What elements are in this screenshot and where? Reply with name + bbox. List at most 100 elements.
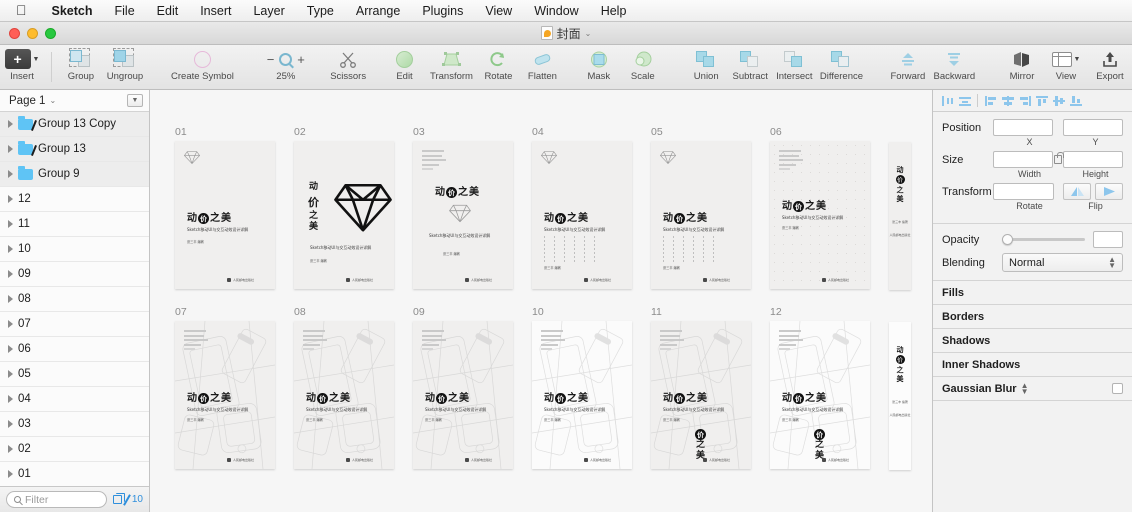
lock-proportions-icon[interactable]	[1054, 152, 1065, 164]
disclosure-triangle-icon[interactable]	[8, 220, 13, 228]
section-borders[interactable]: Borders	[933, 305, 1132, 329]
edit-button[interactable]: Edit	[383, 48, 427, 82]
mirror-button[interactable]: Mirror	[1000, 48, 1044, 82]
menu-item-help[interactable]: Help	[590, 4, 638, 18]
width-input[interactable]	[993, 151, 1054, 168]
apple-menu-icon[interactable]: 	[12, 3, 41, 17]
align-bottom-icon[interactable]	[1067, 93, 1084, 109]
duplicate-icon[interactable]	[112, 493, 125, 504]
layer-row-04[interactable]: 04	[0, 387, 149, 412]
minimize-button[interactable]	[27, 28, 38, 39]
disclosure-triangle-icon[interactable]	[8, 370, 13, 378]
ungroup-button[interactable]: Ungroup	[103, 48, 147, 82]
artboard-canvas[interactable]: 动 价 之 美 Sketch移动UI与交互动效设计详解 张三丰 编著 人民邮电出版…	[532, 141, 632, 289]
artboard-09[interactable]: 09 动 价 之 美 Sketch移动UI与交互动效设计详解 张三丰 编著 人民邮…	[413, 306, 513, 469]
artboard-spine-2[interactable]: 动 价 之 美 张三丰 编著 人民邮电出版社	[889, 322, 911, 470]
union-button[interactable]: Union	[684, 48, 728, 82]
artboard-05[interactable]: 05 动 价 之 美 Sketch移动UI与交互动效设计详解 张三丰 编著 人民邮…	[651, 126, 751, 289]
disclosure-triangle-icon[interactable]	[8, 170, 13, 178]
page-options-button[interactable]: ▼	[127, 94, 143, 107]
zoom-control[interactable]: − + 25%	[258, 48, 314, 82]
opacity-slider[interactable]	[1002, 234, 1085, 245]
artboard-canvas[interactable]: 动 价 之 美 Sketch移动UI与交互动效设计详解 张三丰 编著 人民邮电出版…	[770, 141, 870, 289]
layer-row-01[interactable]: 01	[0, 462, 149, 486]
scissors-button[interactable]: Scissors	[326, 48, 370, 82]
layer-row-03[interactable]: 03	[0, 412, 149, 437]
flip-horizontal-button[interactable]	[1063, 183, 1091, 200]
align-left-icon[interactable]	[939, 93, 956, 109]
layer-row-12[interactable]: 12	[0, 187, 149, 212]
document-title[interactable]: 封面 ⌄	[540, 25, 591, 42]
forward-button[interactable]: Forward	[886, 48, 930, 82]
slider-knob[interactable]	[1002, 234, 1013, 245]
menu-item-layer[interactable]: Layer	[242, 4, 295, 18]
align-top-icon[interactable]	[1033, 93, 1050, 109]
layer-row-group-9[interactable]: Group 9	[0, 162, 149, 187]
create-symbol-button[interactable]: Create Symbol	[159, 48, 245, 82]
maximize-button[interactable]	[45, 28, 56, 39]
insert-button[interactable]: + ▼ Insert	[0, 48, 44, 82]
layer-row-group-13-copy[interactable]: Group 13 Copy	[0, 112, 149, 137]
view-button[interactable]: ▼ View	[1044, 48, 1088, 82]
canvas[interactable]: 01 动 价 之 美 Sketch移动UI与交互动效设计详解 张三丰 编著 人民邮…	[150, 90, 932, 512]
disclosure-triangle-icon[interactable]	[8, 345, 13, 353]
layer-row-07[interactable]: 07	[0, 312, 149, 337]
distribute-right-icon[interactable]	[1016, 93, 1033, 109]
artboard-spine-1[interactable]: 动 价 之 美 张三丰 编著 人民邮电出版社	[889, 142, 911, 290]
mask-button[interactable]: Mask	[577, 48, 621, 82]
disclosure-triangle-icon[interactable]	[8, 420, 13, 428]
disclosure-triangle-icon[interactable]	[8, 245, 13, 253]
layer-row-05[interactable]: 05	[0, 362, 149, 387]
page-selector[interactable]: Page 1 ⌄ ▼	[0, 90, 149, 112]
disclosure-triangle-icon[interactable]	[8, 320, 13, 328]
intersect-button[interactable]: Intersect	[772, 48, 816, 82]
flatten-button[interactable]: Flatten	[520, 48, 564, 82]
menu-item-insert[interactable]: Insert	[189, 4, 242, 18]
scale-button[interactable]: Scale	[621, 48, 665, 82]
height-input[interactable]	[1063, 151, 1124, 168]
layer-row-02[interactable]: 02	[0, 437, 149, 462]
position-x-input[interactable]	[993, 119, 1054, 136]
position-y-input[interactable]	[1062, 119, 1123, 136]
align-center-horizontal-icon[interactable]	[956, 93, 973, 109]
artboard-02[interactable]: 02 动 价 之 美 Sketch移动UI与交互动效设计详解 张三丰 编著 人民邮电…	[294, 126, 394, 289]
artboard-10[interactable]: 10 动 价 之 美 Sketch移动UI与交互动效设计详解 张三丰 编著 人民邮…	[532, 306, 632, 469]
layer-row-10[interactable]: 10	[0, 237, 149, 262]
menu-item-view[interactable]: View	[474, 4, 523, 18]
disclosure-triangle-icon[interactable]	[8, 295, 13, 303]
group-button[interactable]: Group	[59, 48, 103, 82]
menu-item-arrange[interactable]: Arrange	[345, 4, 411, 18]
artboard-canvas[interactable]: 动 价 之 美 Sketch移动UI与交互动效设计详解 张三丰 编著 人民邮电出版…	[294, 321, 394, 469]
blending-select[interactable]: Normal ▲ ▼	[1002, 253, 1123, 272]
section-checkbox[interactable]	[1112, 383, 1123, 394]
rotate-input[interactable]	[993, 183, 1054, 200]
rotate-button[interactable]: Rotate	[476, 48, 520, 82]
close-button[interactable]	[9, 28, 20, 39]
filter-input[interactable]: Filter	[6, 491, 107, 508]
artboard-canvas[interactable]: 动 价 之 美 Sketch移动UI与交互动效设计详解 张三丰 编著 价 之 美 …	[770, 321, 870, 469]
menu-item-file[interactable]: File	[104, 4, 146, 18]
artboard-canvas[interactable]: 动 价 之 美 Sketch移动UI与交互动效设计详解 张三丰 编著 人民邮电出版…	[532, 321, 632, 469]
artboard-canvas[interactable]: 动 价 之 美 Sketch移动UI与交互动效设计详解 张三丰 编著 人民邮电出版…	[413, 321, 513, 469]
artboard-03[interactable]: 03 动 价 之 美 Sketch移动UI与交互动效设计详解 张三丰 编著 人民邮…	[413, 126, 513, 289]
section-shadows[interactable]: Shadows	[933, 329, 1132, 353]
page-name[interactable]: Page 1 ⌄	[9, 95, 56, 107]
menu-item-type[interactable]: Type	[296, 4, 345, 18]
artboard-canvas[interactable]: 动 价 之 美 Sketch移动UI与交互动效设计详解 张三丰 编著 价 之 美 …	[651, 321, 751, 469]
transform-button[interactable]: Transform	[427, 48, 477, 82]
section-fills[interactable]: Fills	[933, 281, 1132, 305]
disclosure-triangle-icon[interactable]	[8, 120, 13, 128]
disclosure-triangle-icon[interactable]	[8, 445, 13, 453]
artboard-canvas[interactable]: 动 价 之 美 Sketch移动UI与交互动效设计详解 张三丰 编著 人民邮电出版…	[175, 141, 275, 289]
artboard-canvas[interactable]: 动 价 之 美 Sketch移动UI与交互动效设计详解 张三丰 编著 人民邮电出版社	[294, 141, 394, 289]
menu-item-edit[interactable]: Edit	[146, 4, 190, 18]
layer-row-09[interactable]: 09	[0, 262, 149, 287]
artboard-07[interactable]: 07 动 价 之 美 Sketch移动UI与交互动效设计详解 张三丰 编著 人民邮…	[175, 306, 275, 469]
disclosure-triangle-icon[interactable]	[8, 270, 13, 278]
layer-row-11[interactable]: 11	[0, 212, 149, 237]
layer-count-group[interactable]: 10	[112, 493, 143, 506]
stepper-icon[interactable]: ▲ ▼	[1021, 381, 1029, 395]
backward-button[interactable]: Backward	[930, 48, 979, 82]
distribute-left-icon[interactable]	[982, 93, 999, 109]
disclosure-triangle-icon[interactable]	[8, 395, 13, 403]
